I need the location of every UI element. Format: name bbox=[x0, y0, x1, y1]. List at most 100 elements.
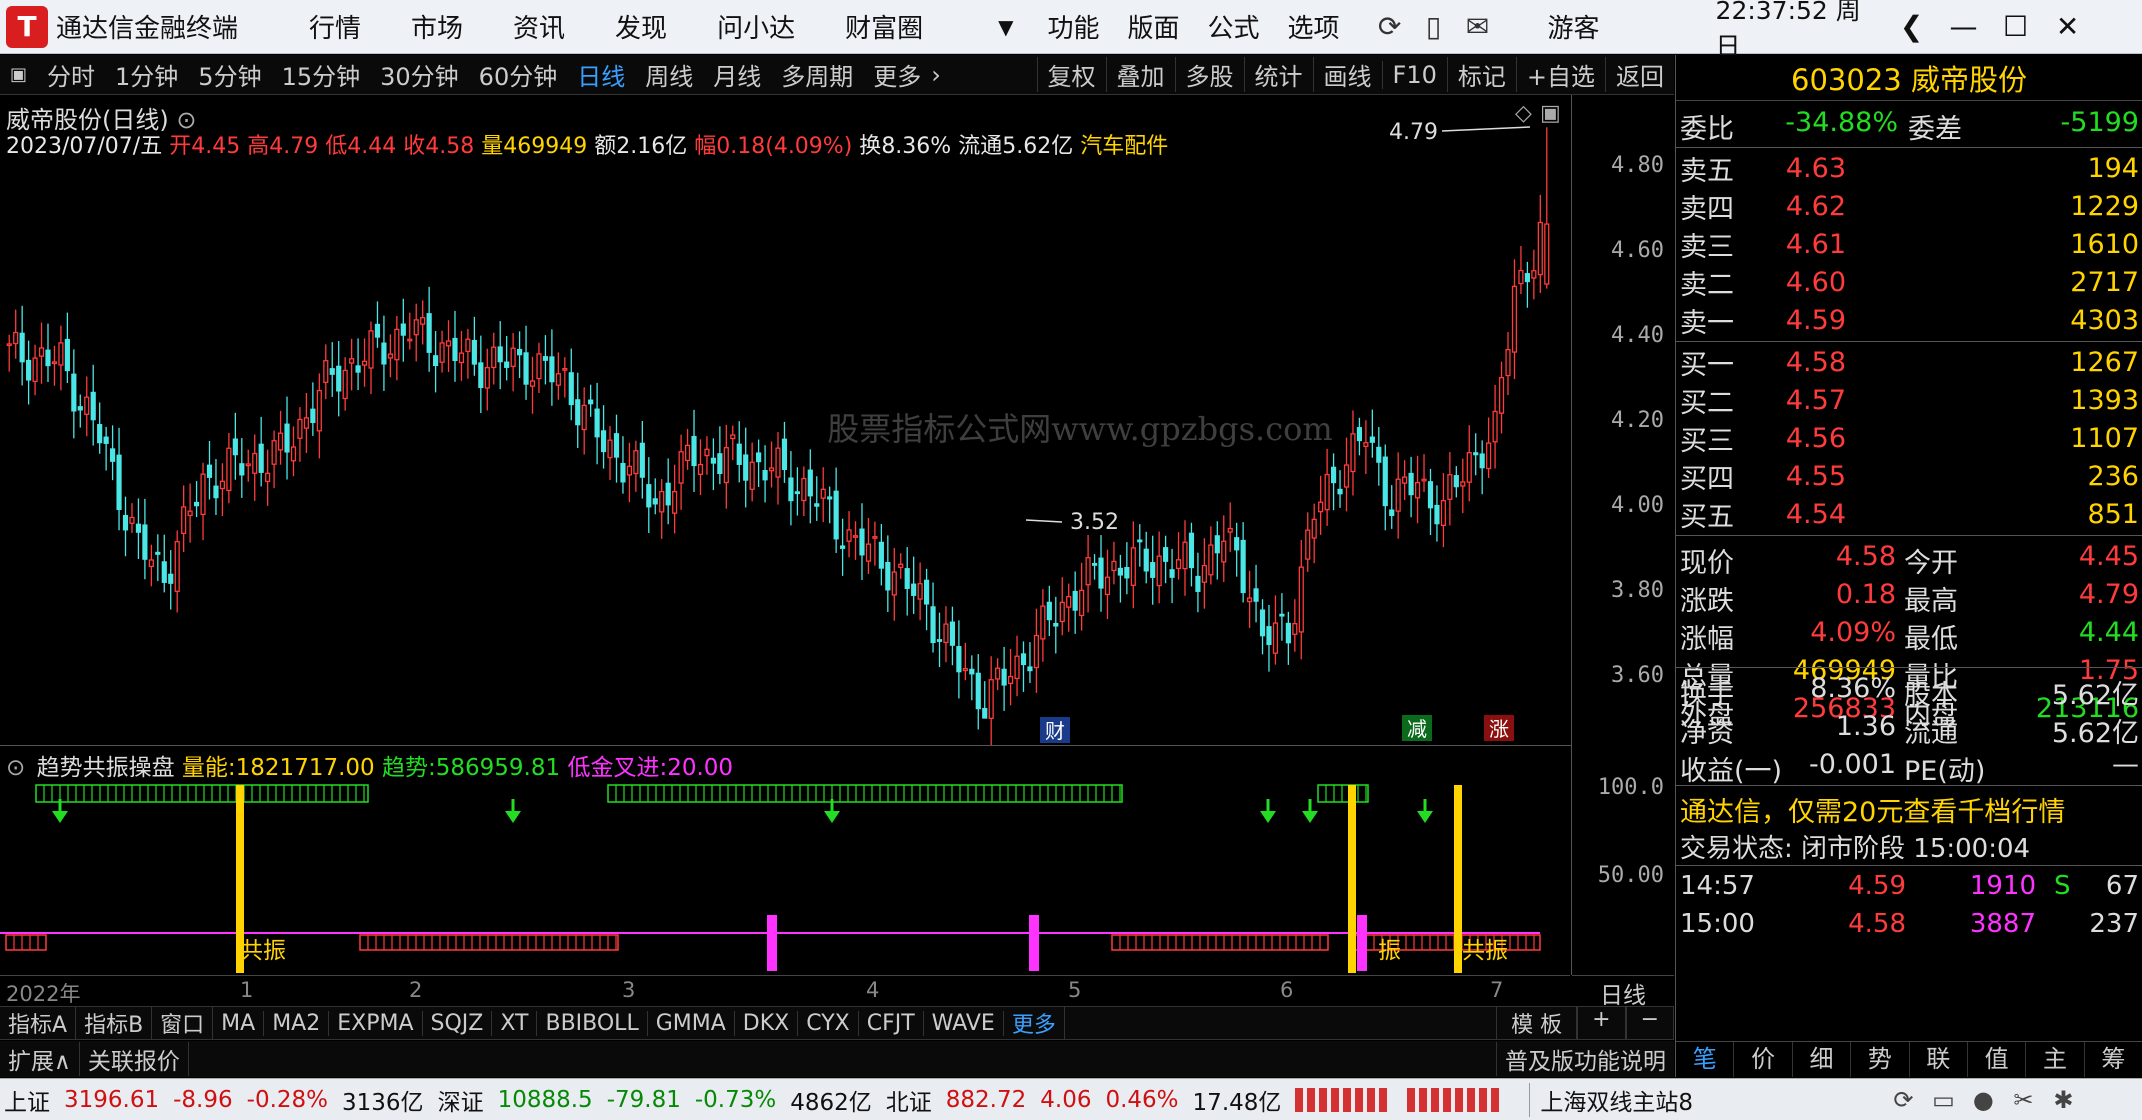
tab-window[interactable]: 窗口 bbox=[152, 1007, 214, 1039]
menu-zixun[interactable]: 资讯 bbox=[488, 8, 590, 45]
quote-tab[interactable]: 值 bbox=[1968, 1042, 2027, 1077]
tab-ma2[interactable]: MA2 bbox=[264, 1010, 330, 1036]
tab-expma[interactable]: EXPMA bbox=[329, 1010, 423, 1036]
tab-cfjt[interactable]: CFJT bbox=[859, 1010, 924, 1036]
candle bbox=[665, 482, 671, 506]
btn-tongji[interactable]: 统计 bbox=[1243, 57, 1313, 92]
bid-row[interactable]: 买四 4.55 236 bbox=[1676, 457, 2142, 495]
close-icon[interactable]: ✕ bbox=[2042, 10, 2094, 43]
period-weekly[interactable]: 周线 bbox=[635, 57, 703, 92]
memo-icon[interactable]: ▭ bbox=[1923, 1086, 1963, 1114]
period-15min[interactable]: 15分钟 bbox=[272, 57, 371, 92]
bid-row[interactable]: 买三 4.56 1107 bbox=[1676, 419, 2142, 457]
phone-icon[interactable]: ▯ bbox=[1412, 10, 1456, 43]
btn-f10[interactable]: F10 bbox=[1381, 60, 1447, 89]
ask-row[interactable]: 卖五 4.63 194 bbox=[1676, 149, 2142, 187]
menu-banmian[interactable]: 版面 bbox=[1114, 8, 1194, 45]
bid-row[interactable]: 买一 4.58 1267 bbox=[1676, 343, 2142, 381]
promo-text[interactable]: 通达信，仅需20元查看千档行情 bbox=[1680, 790, 2065, 829]
period-30min[interactable]: 30分钟 bbox=[370, 57, 469, 92]
chevron-right-icon[interactable]: › bbox=[931, 61, 941, 89]
sector-link[interactable]: 汽车配件 bbox=[1080, 134, 1168, 159]
menu-shichang[interactable]: 市场 bbox=[386, 8, 488, 45]
sz-label[interactable]: 深证 bbox=[438, 1083, 484, 1117]
template-button[interactable]: 模 板 bbox=[1496, 1007, 1578, 1039]
toolbar-toggle-icon[interactable]: ▣ bbox=[0, 64, 37, 85]
quote-tab[interactable]: 势 bbox=[1851, 1042, 1910, 1077]
maximize-icon[interactable]: ☐ bbox=[1990, 10, 2042, 43]
menu-xuanxiang[interactable]: 选项 bbox=[1274, 8, 1354, 45]
server-site[interactable]: 上海双线主站8 bbox=[1529, 1082, 1869, 1117]
tab-sqjz[interactable]: SQJZ bbox=[423, 1010, 493, 1036]
quote-tab[interactable]: 联 bbox=[1910, 1042, 1968, 1077]
light-icon[interactable]: ● bbox=[1963, 1086, 2003, 1114]
add-pane-button[interactable]: + bbox=[1577, 1007, 1626, 1039]
quote-tab[interactable]: 主 bbox=[2026, 1042, 2085, 1077]
quote-tab[interactable]: 细 bbox=[1793, 1042, 1852, 1077]
remove-pane-button[interactable]: − bbox=[1625, 1007, 1674, 1039]
menu-caifuquan[interactable]: 财富圈 bbox=[820, 8, 948, 45]
period-fenshi[interactable]: 分时 bbox=[37, 57, 105, 92]
tab-xt[interactable]: XT bbox=[492, 1010, 538, 1036]
quote-tab[interactable]: 笔 bbox=[1676, 1042, 1735, 1077]
btn-duogu[interactable]: 多股 bbox=[1174, 57, 1244, 92]
expand-button[interactable]: 扩展∧ bbox=[0, 1042, 80, 1076]
indicator-chart[interactable]: 共振 振 共振 bbox=[0, 745, 1571, 975]
bid-row[interactable]: 买五 4.54 851 bbox=[1676, 495, 2142, 533]
settings-icon[interactable]: ✱ bbox=[2043, 1086, 2083, 1114]
period-multi[interactable]: 多周期 bbox=[771, 57, 863, 92]
tab-wave[interactable]: WAVE bbox=[924, 1010, 1004, 1036]
period-monthly[interactable]: 月线 bbox=[703, 57, 771, 92]
menu-wenxiaoda[interactable]: 问小达 bbox=[692, 8, 820, 45]
tab-gmma[interactable]: GMMA bbox=[648, 1010, 735, 1036]
guest-label[interactable]: 游客 bbox=[1548, 8, 1668, 45]
tool-icon[interactable]: ✂ bbox=[2003, 1086, 2043, 1114]
ask-row[interactable]: 卖三 4.61 1610 bbox=[1676, 225, 2142, 263]
tab-more[interactable]: 更多 bbox=[1004, 1007, 1065, 1039]
period-daily[interactable]: 日线 bbox=[567, 57, 635, 92]
minimize-icon[interactable]: — bbox=[1938, 10, 1990, 43]
btn-add-watch[interactable]: +自选 bbox=[1515, 57, 1605, 92]
back-icon[interactable]: ❮ bbox=[1886, 10, 1938, 43]
btn-huaxian[interactable]: 画线 bbox=[1312, 57, 1382, 92]
mail-icon[interactable]: ✉ bbox=[1456, 10, 1500, 43]
menu-hangqing[interactable]: 行情 bbox=[284, 8, 386, 45]
bid-row[interactable]: 买二 4.57 1393 bbox=[1676, 381, 2142, 419]
menu-gongshi[interactable]: 公式 bbox=[1194, 8, 1274, 45]
refresh-icon[interactable]: ⟳ bbox=[1368, 10, 1412, 43]
candle bbox=[710, 457, 716, 464]
sync-icon[interactable]: ⟳ bbox=[1883, 1086, 1923, 1114]
tab-cyx[interactable]: CYX bbox=[798, 1010, 859, 1036]
sh-label[interactable]: 上证 bbox=[4, 1083, 50, 1117]
date-axis-period[interactable]: 日线 bbox=[1572, 975, 1674, 1009]
btn-return[interactable]: 返回 bbox=[1605, 57, 1674, 92]
ask-row[interactable]: 卖四 4.62 1229 bbox=[1676, 187, 2142, 225]
feature-help-link[interactable]: 普及版功能说明 bbox=[1496, 1042, 1674, 1076]
btn-diejia[interactable]: 叠加 bbox=[1105, 57, 1175, 92]
period-more[interactable]: 更多 bbox=[863, 57, 931, 92]
stock-code-name[interactable]: 603023 威帝股份 bbox=[1676, 55, 2142, 101]
dropdown-icon[interactable]: ▼ bbox=[998, 15, 1013, 39]
tab-indicator-a[interactable]: 指标A bbox=[0, 1007, 77, 1039]
tab-ma[interactable]: MA bbox=[213, 1010, 265, 1036]
promo-row[interactable]: 通达信，仅需20元查看千档行情 bbox=[1676, 788, 2142, 829]
period-1min[interactable]: 1分钟 bbox=[105, 57, 188, 92]
menu-faxian[interactable]: 发现 bbox=[590, 8, 692, 45]
menu-gongneng[interactable]: 功能 bbox=[1033, 8, 1113, 45]
period-60min[interactable]: 60分钟 bbox=[469, 57, 568, 92]
candlestick-chart[interactable]: 4.79 3.52 股票指标公式网www.gpzbgs.com 财 减 涨 ◇ … bbox=[0, 95, 1571, 745]
period-5min[interactable]: 5分钟 bbox=[188, 57, 271, 92]
tab-indicator-b[interactable]: 指标B bbox=[76, 1007, 153, 1039]
related-quote-button[interactable]: 关联报价 bbox=[80, 1042, 189, 1076]
tab-bbiboll[interactable]: BBIBOLL bbox=[537, 1010, 648, 1036]
btn-biaoji[interactable]: 标记 bbox=[1446, 57, 1516, 92]
quote-tab[interactable]: 筹 bbox=[2085, 1042, 2142, 1077]
ask-row[interactable]: 卖二 4.60 2717 bbox=[1676, 263, 2142, 301]
quote-tab[interactable]: 价 bbox=[1734, 1042, 1793, 1077]
candle bbox=[1524, 273, 1530, 283]
ask-row[interactable]: 卖一 4.59 4303 bbox=[1676, 301, 2142, 339]
btn-fuquan[interactable]: 复权 bbox=[1036, 57, 1106, 92]
bz-label[interactable]: 北证 bbox=[886, 1083, 932, 1117]
tab-dkx[interactable]: DKX bbox=[735, 1010, 799, 1036]
candle bbox=[13, 331, 19, 345]
